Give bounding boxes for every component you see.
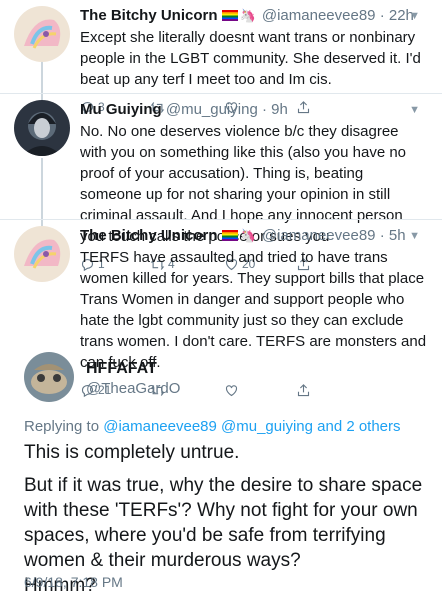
tweet-text: Except she literally doesnt want trans o… (80, 29, 421, 88)
user-handle[interactable]: @iamaneevee89 (262, 227, 376, 244)
replying-to: Replying to @iamaneevee89 @mu_guiying an… (24, 418, 432, 435)
user-handle[interactable]: @TheaGardO (86, 380, 180, 397)
divider (0, 93, 442, 94)
tweet-line: This is completely untrue. (24, 442, 240, 463)
tweet-line: But if it was true, why the desire to sh… (24, 475, 423, 571)
display-name[interactable]: The Bitchy Unicorn (80, 227, 218, 244)
share-icon (297, 383, 310, 396)
tweet-header: The Bitchy Unicorn 🦄 @iamaneevee89 · 5h (80, 226, 428, 245)
separator: · (261, 101, 267, 118)
unicorn-icon: 🦄 (239, 8, 256, 23)
display-name[interactable]: The Bitchy Unicorn (80, 7, 218, 24)
share-button[interactable] (296, 383, 311, 398)
replying-prefix: Replying to (24, 418, 100, 435)
tweet-header: Mu Guiying @mu_guiying · 9h (80, 100, 428, 119)
separator: · (379, 7, 385, 24)
display-name[interactable]: HFFAFAT (86, 360, 180, 378)
user-handle[interactable]: @iamaneevee89 (262, 7, 376, 24)
tweet-time[interactable]: 5h (389, 227, 406, 244)
avatar[interactable] (14, 226, 70, 282)
unicorn-icon: 🦄 (239, 228, 256, 243)
like-button[interactable] (224, 383, 296, 398)
avatar[interactable] (14, 6, 70, 62)
mention-links[interactable]: @iamaneevee89 @mu_guiying and 2 others (103, 418, 400, 435)
separator: · (379, 227, 385, 244)
chevron-down-icon[interactable]: ▼ (409, 230, 420, 242)
chevron-down-icon[interactable]: ▼ (409, 104, 420, 116)
like-icon (225, 384, 238, 396)
divider (0, 219, 442, 220)
tweet-timestamp[interactable]: 6/9/18, 7:18 PM (24, 574, 123, 590)
avatar[interactable] (14, 100, 70, 156)
tweet-header: The Bitchy Unicorn 🦄 @iamaneevee89 · 22h (80, 6, 428, 25)
chevron-down-icon[interactable]: ▼ (409, 10, 420, 22)
tweet-time[interactable]: 9h (271, 101, 288, 118)
user-handle[interactable]: @mu_guiying (166, 101, 258, 118)
avatar[interactable] (24, 352, 74, 402)
rainbow-flag-icon (221, 10, 238, 21)
tweet-text: TERFS have assaulted and tried to have t… (80, 249, 427, 371)
display-name[interactable]: Mu Guiying (80, 101, 162, 118)
rainbow-flag-icon (221, 230, 238, 241)
